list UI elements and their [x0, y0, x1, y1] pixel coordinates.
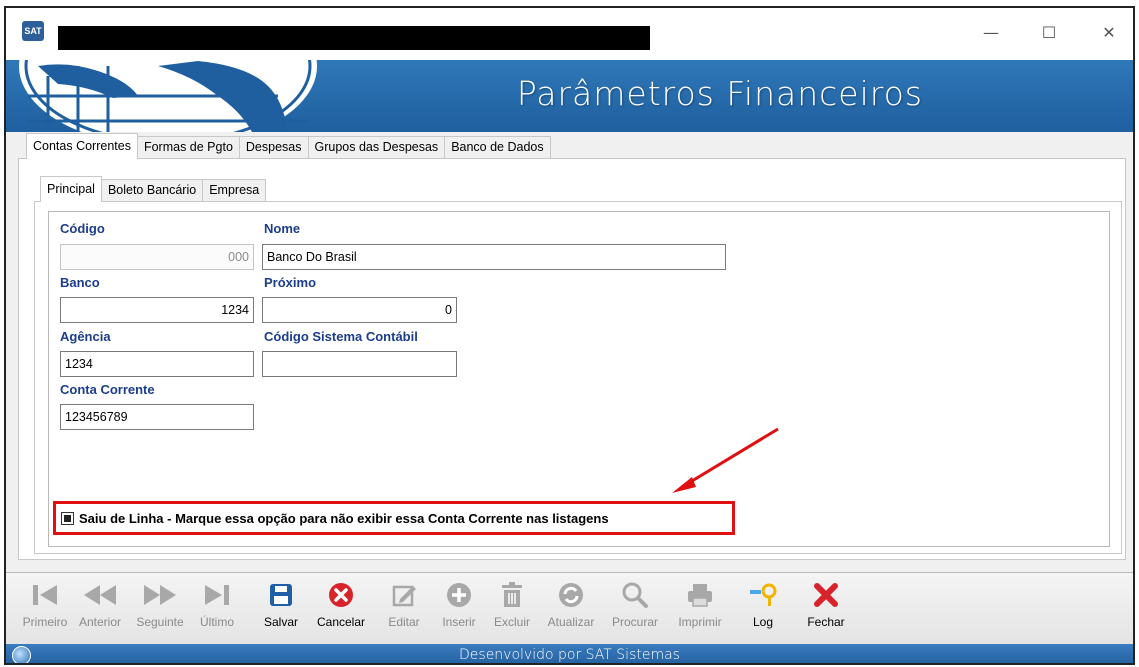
atualizar-label: Atualizar — [547, 615, 595, 629]
refresh-icon — [542, 575, 600, 615]
excluir-label: Excluir — [493, 615, 530, 629]
tab-grupos-das-despesas[interactable]: Grupos das Despesas — [307, 136, 446, 158]
first-record-icon — [20, 575, 70, 615]
primeiro-label: Primeiro — [22, 615, 68, 629]
fechar-label: Fechar — [807, 615, 845, 629]
banco-field[interactable]: 1234 — [60, 297, 254, 323]
header-banner: Parâmetros Financeiros — [6, 60, 1133, 132]
tab-empresa[interactable]: Empresa — [202, 179, 267, 201]
procurar-button[interactable]: Procurar — [606, 575, 664, 629]
imprimir-button[interactable]: Imprimir — [672, 575, 728, 629]
sub-tabs: Principal Boleto Bancário Empresa — [40, 176, 267, 205]
conta-corrente-label: Conta Corrente — [60, 382, 155, 397]
app-icon[interactable]: SAT — [22, 21, 44, 41]
seguinte-button[interactable]: Seguinte — [130, 575, 190, 629]
agencia-label: Agência — [60, 329, 111, 344]
window-title-redacted — [58, 26, 650, 50]
ultimo-button[interactable]: Último — [194, 575, 240, 629]
annotation-arrow-icon — [672, 427, 779, 493]
cancelar-button[interactable]: Cancelar — [312, 575, 370, 629]
status-bar: Desenvolvido por SAT Sistemas — [6, 644, 1133, 663]
tab-principal[interactable]: Principal — [40, 176, 102, 202]
anterior-label: Anterior — [78, 615, 122, 629]
printer-icon — [672, 575, 728, 615]
primeiro-button[interactable]: Primeiro — [20, 575, 70, 629]
saiu-de-linha-checkbox[interactable] — [61, 511, 74, 525]
inserir-button[interactable]: Inserir — [436, 575, 482, 629]
application-window: SAT — ☐ ✕ Parâmetros Financeiros Contas … — [4, 6, 1135, 665]
toolbar: Primeiro Anterior Seguinte Último Salvar — [6, 572, 1133, 644]
log-button[interactable]: Log — [746, 575, 780, 629]
title-bar[interactable]: SAT — ☐ ✕ — [6, 8, 1133, 60]
next-record-icon — [130, 575, 190, 615]
page-title: Parâmetros Financeiros — [516, 74, 923, 113]
conta-corrente-field[interactable]: 123456789 — [60, 404, 254, 430]
agencia-field[interactable]: 1234 — [60, 351, 254, 377]
procurar-label: Procurar — [611, 615, 658, 629]
seguinte-label: Seguinte — [136, 615, 184, 629]
save-icon — [258, 575, 304, 615]
main-tabs: Contas Correntes Formas de Pgto Despesas… — [26, 133, 551, 162]
codigo-field: 000 — [60, 244, 254, 270]
saiu-de-linha-label[interactable]: Saiu de Linha - Marque essa opção para n… — [79, 511, 609, 526]
edit-icon — [384, 575, 424, 615]
status-text: Desenvolvido por SAT Sistemas — [459, 647, 680, 663]
saiu-de-linha-highlight: Saiu de Linha - Marque essa opção para n… — [53, 501, 735, 535]
tab-despesas[interactable]: Despesas — [238, 136, 309, 158]
codigo-label: Código — [60, 221, 105, 236]
imprimir-label: Imprimir — [678, 615, 722, 629]
editar-label: Editar — [388, 615, 420, 629]
trash-icon — [490, 575, 534, 615]
maximize-button[interactable]: ☐ — [1026, 20, 1072, 48]
tab-formas-de-pgto[interactable]: Formas de Pgto — [136, 136, 240, 158]
tab-boleto-bancario[interactable]: Boleto Bancário — [100, 179, 204, 201]
proximo-field[interactable]: 0 — [262, 297, 457, 323]
cancelar-label: Cancelar — [316, 615, 366, 629]
atualizar-button[interactable]: Atualizar — [542, 575, 600, 629]
proximo-label: Próximo — [264, 275, 317, 290]
insert-icon — [436, 575, 482, 615]
globe-logo-icon — [19, 60, 317, 132]
previous-record-icon — [72, 575, 128, 615]
nome-label: Nome — [264, 221, 301, 236]
cancel-icon — [312, 575, 370, 615]
salvar-label: Salvar — [263, 615, 298, 629]
close-icon — [802, 575, 850, 615]
nome-field[interactable]: Banco Do Brasil — [262, 244, 726, 270]
salvar-button[interactable]: Salvar — [258, 575, 304, 629]
editar-button[interactable]: Editar — [384, 575, 424, 629]
close-window-button[interactable]: ✕ — [1086, 20, 1132, 48]
tab-banco-de-dados[interactable]: Banco de Dados — [444, 136, 551, 158]
ultimo-label: Último — [199, 615, 234, 629]
anterior-button[interactable]: Anterior — [72, 575, 128, 629]
codigo-contabil-field[interactable] — [262, 351, 457, 377]
codigo-contabil-label: Código Sistema Contábil — [264, 329, 418, 344]
fechar-button[interactable]: Fechar — [802, 575, 850, 629]
last-record-icon — [194, 575, 240, 615]
key-icon — [746, 575, 780, 615]
excluir-button[interactable]: Excluir — [490, 575, 534, 629]
checkbox-checked-mark — [64, 514, 71, 522]
tab-contas-correntes[interactable]: Contas Correntes — [26, 133, 138, 159]
log-label: Log — [752, 615, 774, 629]
search-icon — [606, 575, 664, 615]
inserir-label: Inserir — [442, 615, 476, 629]
minimize-button[interactable]: — — [968, 20, 1014, 48]
banco-label: Banco — [60, 275, 100, 290]
